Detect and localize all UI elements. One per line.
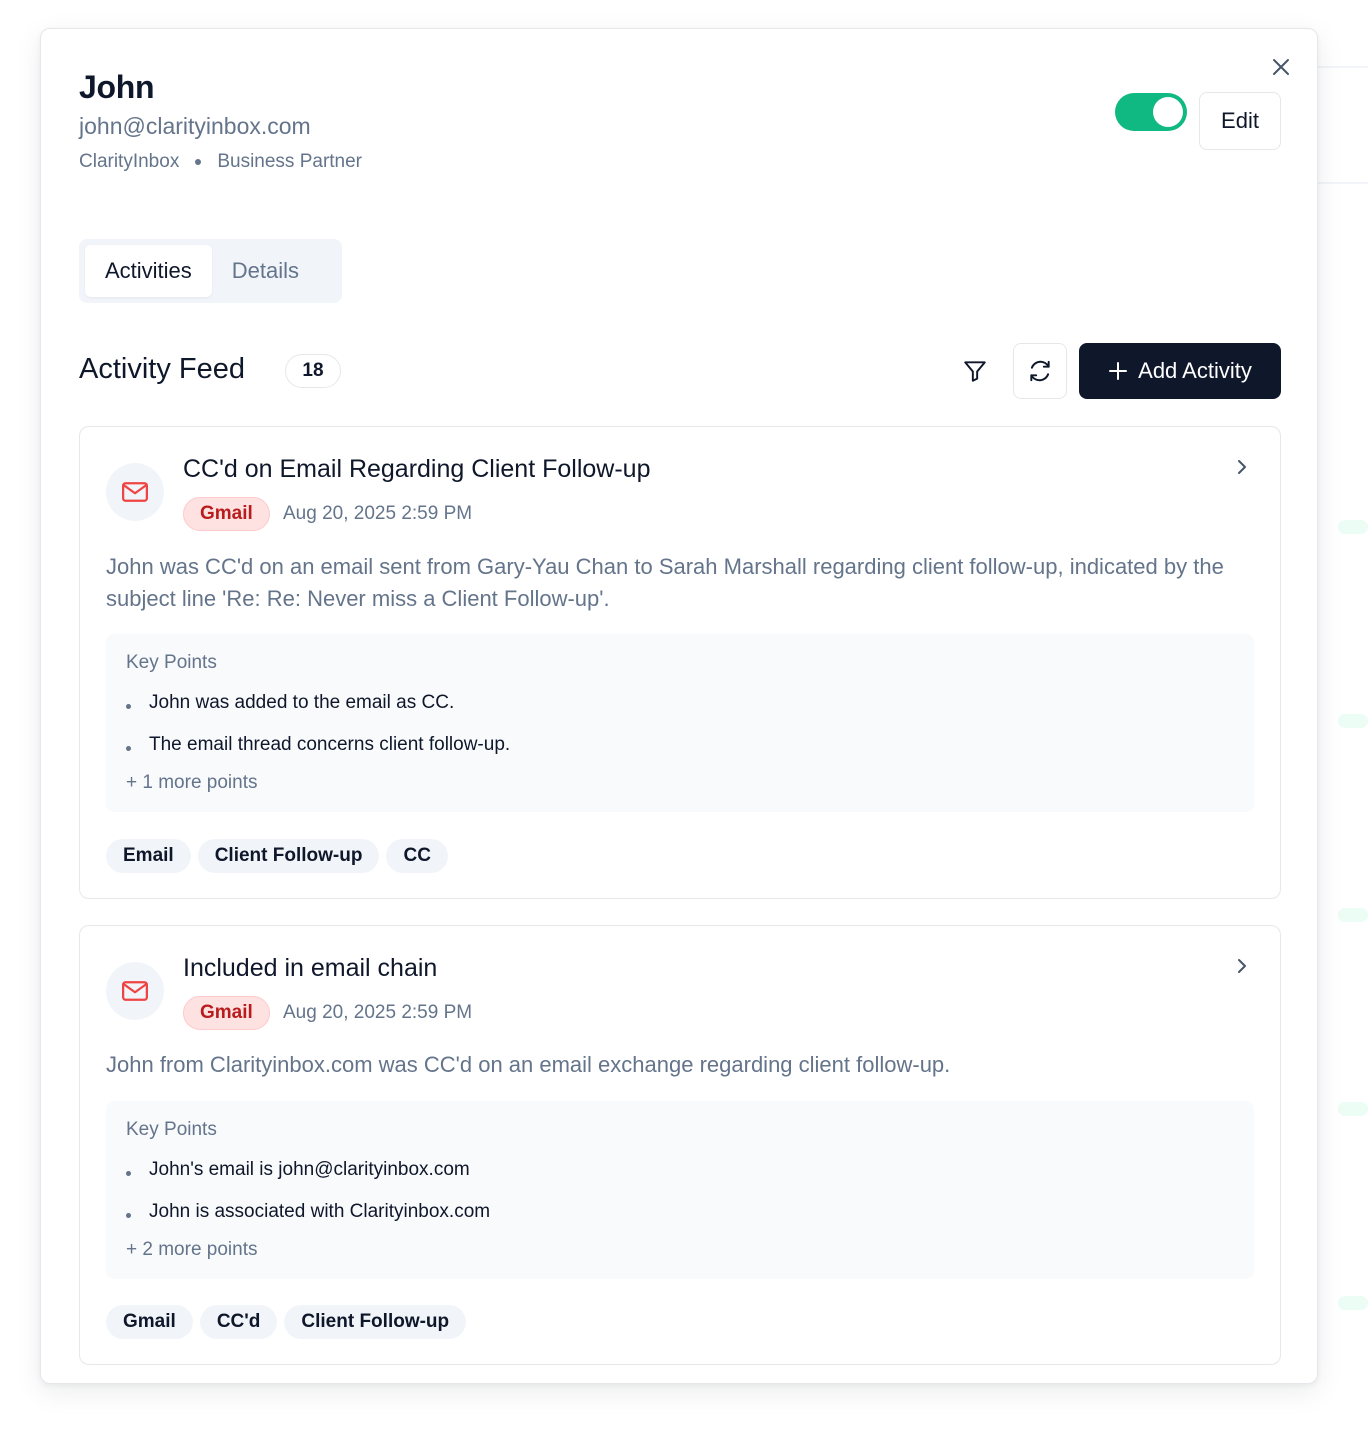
source-badge: Gmail [183,497,270,531]
key-point-text: John was added to the email as CC. [149,692,455,713]
tag: CC'd [199,1305,278,1339]
tag-list: Gmail CC'd Client Follow-up [106,1305,467,1339]
contact-active-toggle[interactable] [1115,93,1187,131]
activity-summary: John from Clarityinbox.com was CC'd on a… [106,1052,951,1077]
mail-icon [122,981,148,1001]
mail-icon [122,482,148,502]
contact-email: john@clarityinbox.com [79,113,311,139]
key-points-title: Key Points [126,652,217,673]
contact-company: ClarityInbox [79,151,180,172]
bullet [126,1212,131,1218]
tag: CC [386,839,448,873]
key-point: John was added to the email as CC. [126,682,1234,724]
activity-count-badge: 18 [285,354,341,388]
edit-button[interactable]: Edit [1199,92,1281,150]
background-badge [1338,714,1368,728]
bullet [126,1170,131,1176]
key-point-text: John is associated with Clarityinbox.com [149,1201,491,1222]
tag: Gmail [106,1305,193,1339]
bullet [126,745,131,751]
chevron-right-icon[interactable] [1230,954,1254,978]
contact-meta: ClarityInbox Business Partner [79,151,362,173]
key-points-panel: Key Points John was added to the email a… [106,634,1254,812]
plus-icon [1109,362,1128,380]
source-badge: Gmail [183,996,270,1030]
filter-icon [964,361,986,382]
tab-activities[interactable]: Activities [85,245,212,297]
key-point-text: John's email is john@clarityinbox.com [149,1159,470,1180]
activity-icon-circle [106,962,164,1020]
contact-role: Business Partner [217,151,363,172]
key-points-panel: Key Points John's email is john@clarityi… [106,1101,1254,1279]
tab-bar: Activities Details [79,239,342,303]
chevron-right-icon[interactable] [1230,455,1254,479]
activity-icon-circle [106,463,164,521]
background-badge [1338,520,1368,534]
background-badge [1338,908,1368,922]
activity-timestamp: Aug 20, 2025 2:59 PM [283,503,473,524]
activity-timestamp: Aug 20, 2025 2:59 PM [283,1002,473,1023]
close-icon [1273,59,1289,75]
tag-list: Email Client Follow-up CC [106,839,448,873]
close-button[interactable] [1267,53,1295,81]
bullet [126,703,131,709]
key-point: The email thread concerns client follow-… [126,724,1234,766]
contact-name: John [79,69,155,105]
key-point: John is associated with Clarityinbox.com [126,1191,1234,1233]
activity-feed-title: Activity Feed [79,353,245,385]
tag: Client Follow-up [284,1305,467,1339]
key-point-text: The email thread concerns client follow-… [149,734,511,755]
filter-button[interactable] [955,351,995,391]
more-points-link[interactable]: + 1 more points [126,772,1234,794]
key-points-title: Key Points [126,1119,217,1140]
toggle-knob [1153,97,1183,127]
contact-modal: John john@clarityinbox.com ClarityInbox … [40,28,1318,1384]
more-points-link[interactable]: + 2 more points [126,1239,1234,1261]
refresh-icon [1030,360,1050,382]
separator-dot [195,159,202,165]
activity-title: Included in email chain [183,954,438,982]
activity-card[interactable]: Included in email chain Gmail Aug 20, 20… [79,925,1281,1365]
activity-title: CC'd on Email Regarding Client Follow-up [183,455,651,483]
add-activity-label: Add Activity [1138,358,1252,383]
activity-summary: John was CC'd on an email sent from Gary… [106,554,1224,611]
background-badge [1338,1102,1368,1116]
key-point: John's email is john@clarityinbox.com [126,1149,1234,1191]
add-activity-button[interactable]: Add Activity [1079,343,1281,399]
refresh-button[interactable] [1013,343,1067,399]
activity-card[interactable]: CC'd on Email Regarding Client Follow-up… [79,426,1281,899]
tab-details[interactable]: Details [212,245,319,297]
tag: Email [106,839,191,873]
tag: Client Follow-up [197,839,380,873]
background-badge [1338,1296,1368,1310]
